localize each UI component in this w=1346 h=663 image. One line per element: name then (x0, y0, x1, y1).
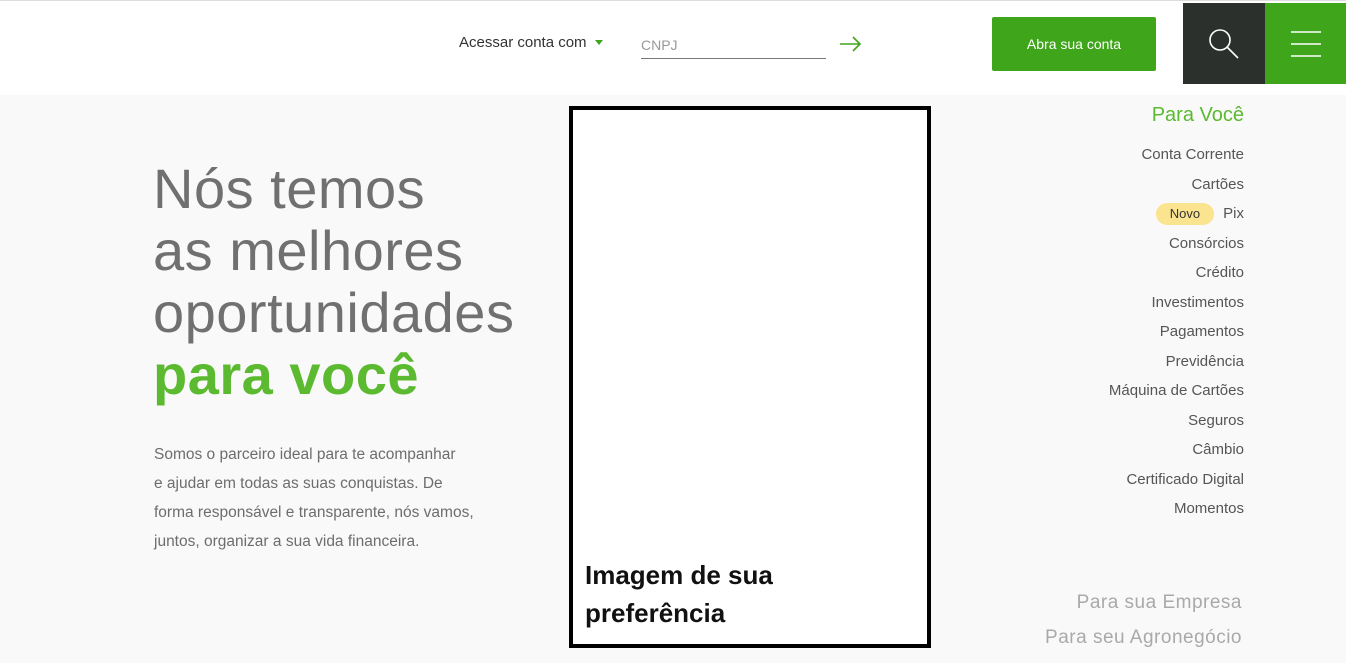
cnpj-input[interactable] (641, 32, 826, 59)
side-nav-item-momentos[interactable]: Momentos (1109, 494, 1244, 524)
side-nav-item-maquina-de-cartoes[interactable]: Máquina de Cartões (1109, 376, 1244, 406)
menu-icon (1290, 30, 1321, 57)
side-nav-item-pix[interactable]: Novo Pix (1109, 199, 1244, 229)
side-nav-item-conta-corrente[interactable]: Conta Corrente (1109, 140, 1244, 170)
search-button[interactable] (1183, 3, 1265, 84)
hero-description: Somos o parceiro ideal para te acompanha… (154, 440, 504, 556)
side-nav-agronegocio[interactable]: Para seu Agronegócio (1045, 627, 1242, 649)
description-line-1: Somos o parceiro ideal para te acompanha… (154, 446, 456, 463)
search-icon (1209, 28, 1239, 59)
description-line-3: forma responsável e transparente, nós va… (154, 504, 474, 521)
side-nav-item-previdencia[interactable]: Previdência (1109, 347, 1244, 377)
top-header: Acessar conta com Abra sua conta (0, 0, 1346, 95)
image-placeholder-caption: Imagem de sua preferência (585, 556, 773, 632)
side-nav-title[interactable]: Para Você (1152, 104, 1244, 127)
side-nav-item-cambio[interactable]: Câmbio (1109, 435, 1244, 465)
access-account-dropdown[interactable]: Acessar conta com (459, 34, 603, 51)
image-placeholder: Imagem de sua preferência (569, 106, 931, 648)
side-nav-item-credito[interactable]: Crédito (1109, 258, 1244, 288)
side-nav-item-consorcios[interactable]: Consórcios (1109, 229, 1244, 259)
side-nav-item-investimentos[interactable]: Investimentos (1109, 288, 1244, 318)
side-nav-item-seguros[interactable]: Seguros (1109, 406, 1244, 436)
side-nav-empresa[interactable]: Para sua Empresa (1077, 592, 1242, 614)
description-line-2: e ajudar em todas as suas conquistas. De (154, 475, 443, 492)
description-line-4: juntos, organizar a sua vida financeira. (154, 533, 420, 550)
headline-line-1: Nós temos (153, 157, 426, 220)
side-nav-item-pagamentos[interactable]: Pagamentos (1109, 317, 1244, 347)
new-badge: Novo (1155, 202, 1215, 225)
menu-button[interactable] (1265, 3, 1346, 84)
access-account-label: Acessar conta com (459, 34, 587, 51)
arrow-right-icon (840, 36, 862, 52)
hero-headline: Nós temos as melhores oportunidades para… (153, 158, 514, 406)
caption-line-2: preferência (585, 598, 726, 628)
headline-accent: para você (153, 343, 419, 406)
headline-line-2: as melhores (153, 219, 464, 282)
headline-line-3: oportunidades (153, 281, 515, 344)
side-nav-item-certificado-digital[interactable]: Certificado Digital (1109, 465, 1244, 495)
caption-line-1: Imagem de sua (585, 560, 773, 590)
side-nav-list: Conta Corrente Cartões Novo Pix Consórci… (1109, 140, 1244, 524)
caret-down-icon (594, 40, 603, 45)
side-nav-item-cartoes[interactable]: Cartões (1109, 170, 1244, 200)
side-nav-item-label: Pix (1223, 205, 1244, 222)
submit-cnpj-button[interactable] (838, 31, 864, 57)
open-account-button[interactable]: Abra sua conta (992, 17, 1156, 71)
